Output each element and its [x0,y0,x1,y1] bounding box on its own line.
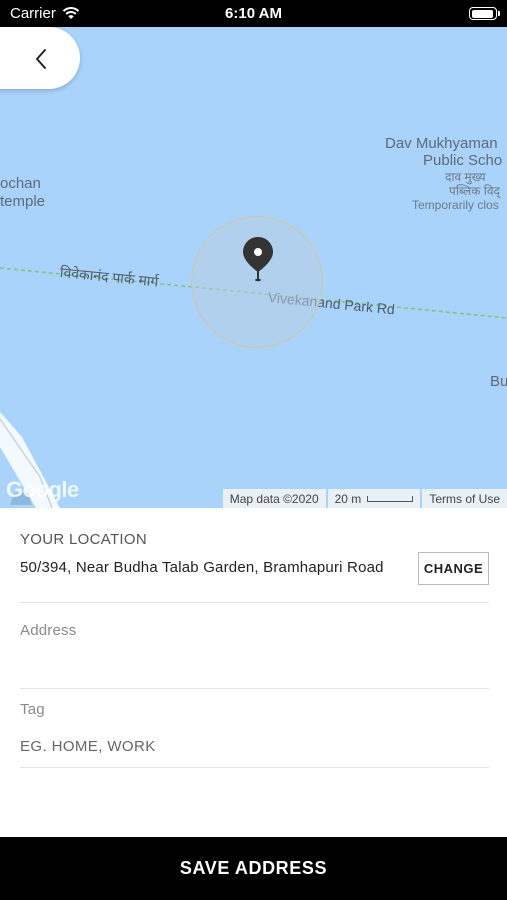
tag-label: Tag [20,701,45,718]
map-view[interactable]: Dav Mukhyaman Public Scho दाव मुख्य पब्ल… [0,27,507,508]
address-input[interactable] [20,648,489,678]
edge-label: Bu [490,373,507,390]
scale-bar [367,495,414,502]
map-data-label: Map data ©2020 [222,489,326,508]
address-label: Address [20,622,77,639]
save-address-button[interactable]: SAVE ADDRESS [0,837,507,900]
location-address-text: 50/394, Near Budha Talab Garden, Bramhap… [20,559,384,576]
status-time: 6:10 AM [225,5,282,22]
temple-label-line-1: ochan [0,175,41,192]
poi-label-line-2: Public Scho [423,152,503,169]
temple-label-line-2: temple [0,193,46,210]
back-button[interactable] [0,27,80,89]
divider [20,767,489,768]
divider [20,688,489,689]
poi-label-hindi-1: दाव मुख्य [445,170,486,184]
change-location-button[interactable]: CHANGE [418,552,489,585]
terms-of-use-link[interactable]: Terms of Use [422,489,507,508]
poi-status-label: Temporarily clos [412,198,499,212]
status-bar: Carrier 6:10 AM [0,0,507,27]
map-attribution: Map data ©2020 20 m Terms of Use [221,489,507,508]
battery-icon [469,7,500,20]
poi-label-hindi-2: पब्लिक विद् [449,184,500,198]
poi-label-line-1: Dav Mukhyaman [385,135,498,152]
google-logo: Google [6,477,79,502]
chevron-left-icon [36,49,46,69]
tag-input[interactable] [20,734,489,758]
scale-label: 20 m [334,491,362,506]
divider [20,602,489,603]
map-scale: 20 m [327,489,421,508]
your-location-heading: YOUR LOCATION [20,531,147,548]
